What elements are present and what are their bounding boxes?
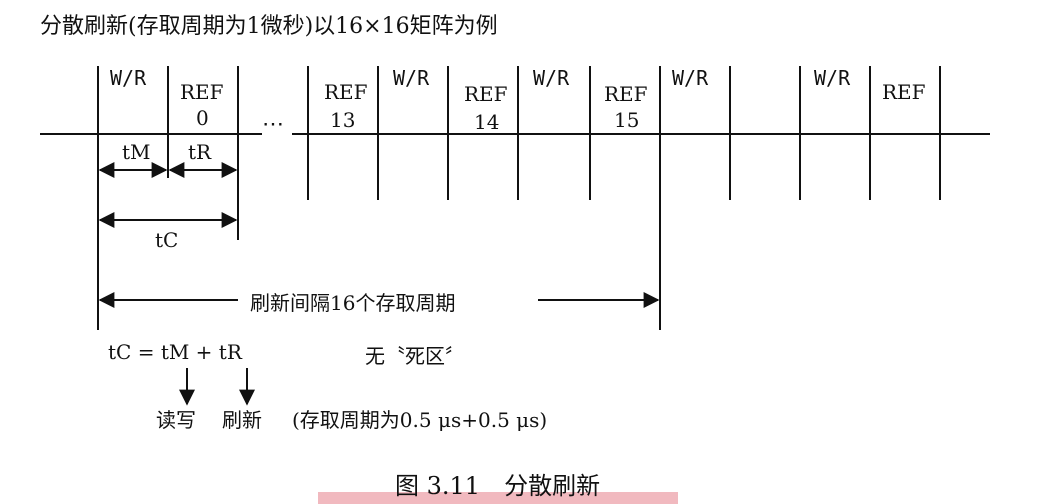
slot-ref0-number: 0 [196, 106, 209, 130]
slot-ref15-label: REF [604, 82, 648, 106]
cycle-note: (存取周期为0.5 μs+0.5 μs) [292, 408, 548, 432]
slot-wr-2: W/R [393, 66, 430, 90]
slot-ref15-number: 15 [614, 108, 640, 132]
refresh-label: 刷新 [222, 408, 262, 432]
slot-wr-1: W/R [110, 66, 147, 90]
slot-ref13-label: REF [324, 80, 368, 104]
read-write-label: 读写 [156, 408, 196, 432]
slot-ref14-label: REF [464, 82, 508, 106]
slot-wr-4: W/R [672, 66, 709, 90]
refresh-interval-label: 刷新间隔16个存取周期 [250, 291, 456, 315]
ellipsis: ⋯ [262, 112, 284, 137]
slot-dividers [97, 66, 941, 330]
slot-wr-3: W/R [533, 66, 570, 90]
tc-label: tC [155, 228, 179, 252]
slot-ref13-number: 13 [330, 108, 356, 132]
no-dead-zone-label: 无〝死区〞 [365, 344, 465, 368]
slot-ref0-label: REF [180, 80, 224, 104]
tr-label: tR [188, 140, 212, 164]
slot-ref14-number: 14 [474, 110, 500, 134]
formula: tC = tM + tR [108, 340, 242, 364]
tm-label: tM [122, 140, 151, 164]
figure-caption: 图 3.11 分散刷新 [395, 472, 601, 500]
slot-wr-5: W/R [814, 66, 851, 90]
slot-ref-last: REF [882, 80, 926, 104]
